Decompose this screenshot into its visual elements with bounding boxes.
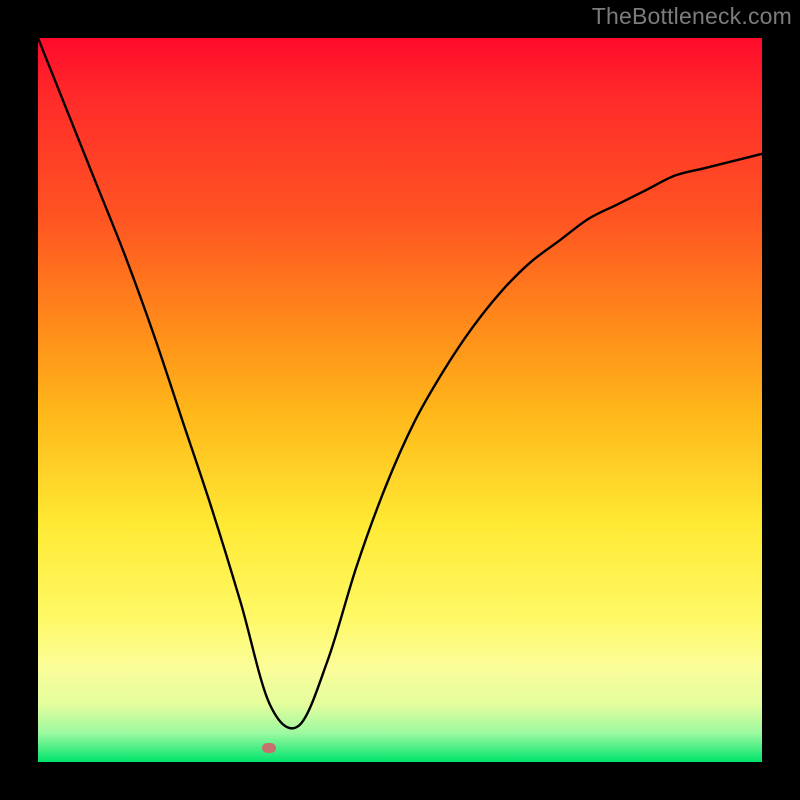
- watermark: TheBottleneck.com: [592, 3, 792, 30]
- optimal-marker: [262, 743, 276, 753]
- chart-frame: TheBottleneck.com: [0, 0, 800, 800]
- bottleneck-curve: [38, 38, 762, 762]
